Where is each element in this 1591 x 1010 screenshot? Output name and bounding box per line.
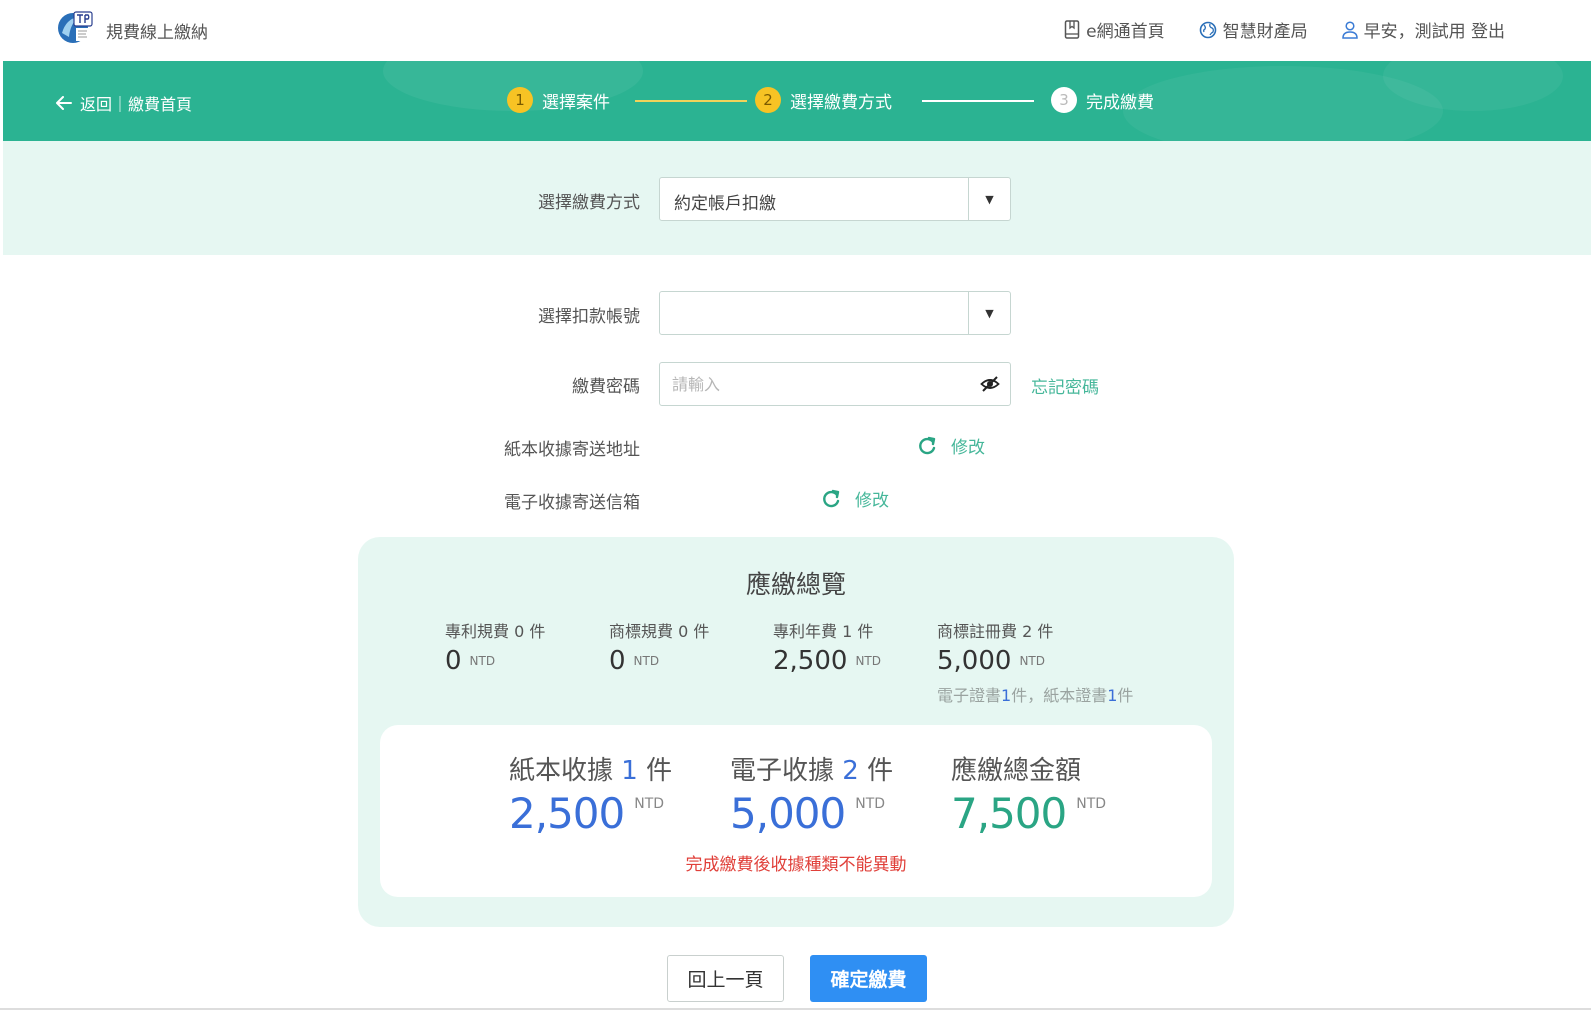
fee-amount: 0NTD <box>445 646 545 676</box>
refresh-icon <box>821 489 841 509</box>
payment-password-field[interactable] <box>659 362 1011 406</box>
receipt-type-warning: 完成繳費後收據種類不能異動 <box>380 850 1212 875</box>
edit-email-label: 修改 <box>855 486 889 511</box>
fee-trademark-fee: 商標規費 0 件 0NTD <box>609 618 709 676</box>
payment-password-input[interactable] <box>672 372 962 396</box>
step-2: 2 選擇繳費方式 <box>755 87 892 113</box>
fee-caption: 商標規費 0 件 <box>609 618 709 642</box>
chevron-down-icon[interactable]: ▼ <box>968 292 1010 334</box>
total-caption: 紙本收據 1 件 <box>509 750 672 787</box>
total-amount: 5,000NTD <box>730 789 893 838</box>
nav-tipo[interactable]: 智慧財產局 <box>1199 17 1308 42</box>
payment-summary-card: 應繳總覽 專利規費 0 件 0NTD 商標規費 0 件 0NTD 專利年費 1 … <box>358 537 1234 927</box>
total-amount-due: 應繳總金額 7,500NTD <box>951 750 1106 838</box>
top-nav: e網通首頁 智慧財產局 早安，測試用 登出 <box>1064 17 1505 42</box>
step-1: 1 選擇案件 <box>507 87 610 113</box>
fee-patent-fee: 專利規費 0 件 0NTD <box>445 618 545 676</box>
book-icon <box>1064 20 1080 40</box>
confirm-payment-button[interactable]: 確定繳費 <box>810 955 927 1002</box>
payment-method-label: 選擇繳費方式 <box>500 188 640 213</box>
grand-total-amount: 7,500NTD <box>951 789 1106 838</box>
total-caption: 電子收據 2 件 <box>730 750 893 787</box>
back-link[interactable]: 返回｜繳費首頁 <box>56 91 192 115</box>
paper-receipt-address-label: 紙本收據寄送地址 <box>470 435 640 460</box>
edit-paper-address-label: 修改 <box>951 433 985 458</box>
edit-paper-address-button[interactable]: 修改 <box>917 433 985 458</box>
totals-panel: 紙本收據 1 件 2,500NTD 電子收據 2 件 5,000NTD 應繳總金… <box>380 725 1212 897</box>
step-3: 3 完成繳費 <box>1051 87 1154 113</box>
fee-caption: 商標註冊費 2 件 <box>937 618 1133 642</box>
nav-enet-home[interactable]: e網通首頁 <box>1064 17 1164 42</box>
top-header: 規費線上繳納 e網通首頁 智慧財產局 早安，測試用 登出 <box>0 0 1591 60</box>
tipo-logo[interactable] <box>56 9 94 45</box>
arrow-left-icon <box>56 96 72 110</box>
step-3-label: 完成繳費 <box>1086 88 1154 113</box>
user-icon <box>1342 21 1358 39</box>
nav-user-label: 早安，測試用 登出 <box>1364 17 1505 42</box>
forgot-password-link[interactable]: 忘記密碼 <box>1031 373 1099 398</box>
fee-amount: 5,000NTD <box>937 646 1133 676</box>
back-link-label: 返回｜繳費首頁 <box>80 91 192 115</box>
refresh-icon <box>917 436 937 456</box>
debit-account-select[interactable]: ▼ <box>659 291 1011 335</box>
e-receipt-email-label: 電子收據寄送信箱 <box>470 488 640 513</box>
total-paper-receipt: 紙本收據 1 件 2,500NTD <box>509 750 672 838</box>
site-title: 規費線上繳納 <box>106 18 208 43</box>
previous-page-button[interactable]: 回上一頁 <box>667 955 784 1002</box>
step-connector-2 <box>922 100 1034 102</box>
payment-method-select[interactable]: 約定帳戶扣繳 ▼ <box>659 177 1011 221</box>
step-2-label: 選擇繳費方式 <box>790 88 892 113</box>
chevron-down-icon[interactable]: ▼ <box>968 178 1010 220</box>
nav-tipo-label: 智慧財產局 <box>1223 17 1308 42</box>
fee-amount: 0NTD <box>609 646 709 676</box>
debit-account-label: 選擇扣款帳號 <box>500 302 640 327</box>
nav-user[interactable]: 早安，測試用 登出 <box>1342 17 1505 42</box>
step-1-number: 1 <box>507 87 533 113</box>
total-caption: 應繳總金額 <box>951 750 1106 787</box>
nav-enet-home-label: e網通首頁 <box>1086 17 1164 42</box>
fee-caption: 專利年費 1 件 <box>773 618 881 642</box>
globe-icon <box>1199 21 1217 39</box>
payment-method-value: 約定帳戶扣繳 <box>674 189 776 214</box>
payment-password-label: 繳費密碼 <box>500 372 640 397</box>
step-connector-1 <box>635 100 747 102</box>
total-amount: 2,500NTD <box>509 789 672 838</box>
fee-caption: 專利規費 0 件 <box>445 618 545 642</box>
total-e-receipt: 電子收據 2 件 5,000NTD <box>730 750 893 838</box>
step-3-number: 3 <box>1051 87 1077 113</box>
fee-amount: 2,500NTD <box>773 646 881 676</box>
certificate-note: 電子證書1件，紙本證書1件 <box>937 682 1133 706</box>
fee-trademark-registration: 商標註冊費 2 件 5,000NTD 電子證書1件，紙本證書1件 <box>937 618 1133 706</box>
fee-patent-annuity: 專利年費 1 件 2,500NTD <box>773 618 881 676</box>
step-1-label: 選擇案件 <box>542 88 610 113</box>
summary-title: 應繳總覽 <box>358 565 1234 601</box>
edit-email-button[interactable]: 修改 <box>821 486 889 511</box>
step-2-number: 2 <box>755 87 781 113</box>
stepper-bar: 返回｜繳費首頁 1 選擇案件 2 選擇繳費方式 3 完成繳費 <box>3 61 1591 141</box>
eye-slash-icon[interactable] <box>980 374 1000 398</box>
